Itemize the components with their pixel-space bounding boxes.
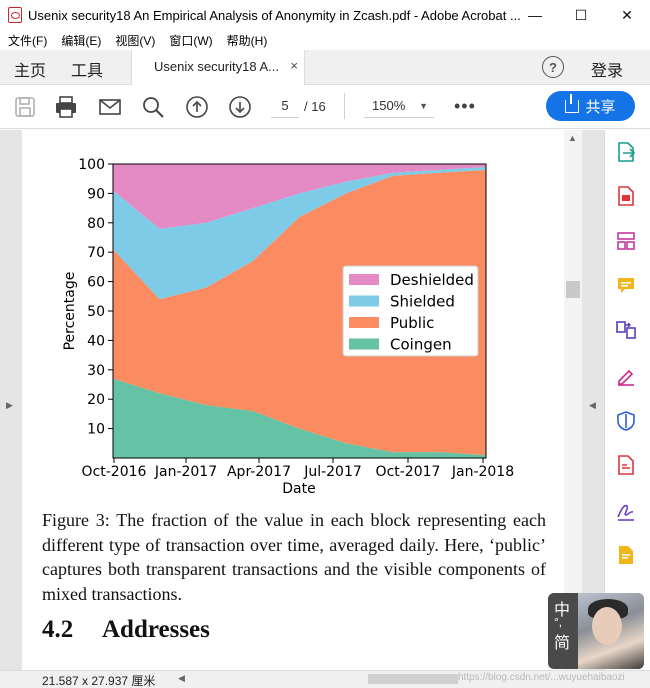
horizontal-scrollbar-thumb[interactable] — [368, 674, 458, 684]
legend-label-deshielded: Deshielded — [390, 271, 474, 289]
page-total: / 16 — [304, 99, 326, 114]
scrollbar-thumb[interactable] — [566, 281, 580, 298]
y-tick-label: 10 — [87, 422, 105, 438]
y-tick-label: 50 — [87, 304, 105, 320]
page-size-label: 21.587 x 27.937 厘米 — [42, 674, 156, 688]
section-heading: 4.2 Addresses — [42, 616, 210, 644]
y-tick-label: 20 — [87, 392, 105, 408]
fill-sign-icon[interactable] — [615, 365, 637, 387]
save-icon[interactable] — [13, 95, 37, 119]
page-up-icon[interactable] — [185, 95, 209, 119]
vertical-scrollbar[interactable] — [564, 130, 582, 670]
x-tick-label: Jan-2017 — [154, 464, 217, 480]
y-tick-label: 70 — [87, 245, 105, 261]
scroll-up-icon[interactable]: ▲ — [568, 133, 577, 143]
legend-swatch-shielded — [349, 295, 379, 307]
menu-help[interactable]: 帮助(H) — [227, 32, 268, 49]
menu-window[interactable]: 窗口(W) — [169, 32, 212, 49]
tab-home[interactable]: 主页 — [14, 57, 46, 81]
menu-file[interactable]: 文件(F) — [8, 32, 47, 49]
document-tab-label: Usenix security18 A... — [154, 59, 279, 74]
ime-skin-face — [592, 607, 622, 645]
compare-files-icon[interactable] — [615, 319, 637, 341]
scroll-left-icon[interactable]: ◀ — [178, 673, 185, 684]
x-tick-label: Apr-2017 — [227, 464, 291, 480]
chart-legend: Deshielded Shielded Public Coingen — [342, 265, 479, 357]
section-title: Addresses — [102, 616, 210, 643]
protect-shield-icon[interactable] — [615, 410, 637, 432]
login-button[interactable]: 登录 — [591, 57, 623, 81]
section-number: 4.2 — [42, 616, 74, 643]
tab-document[interactable]: Usenix security18 A... × — [131, 50, 305, 85]
legend-label-public: Public — [390, 314, 434, 332]
print-icon[interactable] — [54, 95, 78, 119]
chevron-down-icon: ▼ — [419, 101, 428, 111]
zoom-value: 150% — [372, 98, 406, 113]
y-axis-ticks: 10 20 30 40 50 60 70 80 90 100 — [78, 157, 113, 438]
organize-pages-icon[interactable] — [615, 230, 637, 252]
url-watermark: https://blog.csdn.net/...wuyuehaibaozi — [458, 672, 625, 683]
x-tick-label: Jul-2017 — [303, 464, 362, 480]
send-for-review-icon[interactable] — [615, 544, 637, 566]
export-pdf-icon[interactable] — [615, 141, 637, 163]
figure-caption: Figure 3: The fraction of the value in e… — [42, 510, 546, 604]
legend-label-shielded: Shielded — [390, 293, 455, 311]
minimize-button[interactable]: — — [512, 0, 558, 30]
y-tick-label: 100 — [78, 157, 105, 173]
legend-swatch-coingen — [349, 338, 379, 350]
y-tick-label: 60 — [87, 275, 105, 291]
left-panel-toggle-icon[interactable]: ▶ — [6, 400, 13, 411]
x-tick-label: Oct-2017 — [376, 464, 441, 480]
page-number-input[interactable]: 5 — [271, 94, 299, 118]
maximize-button[interactable]: ☐ — [558, 0, 604, 30]
share-label: 共享 — [585, 98, 616, 116]
y-tick-label: 40 — [87, 333, 105, 349]
legend-swatch-deshielded — [349, 274, 379, 285]
right-panel-toggle-icon[interactable]: ◀ — [589, 400, 596, 411]
page-down-icon[interactable] — [228, 95, 252, 119]
comment-icon[interactable] — [615, 275, 637, 297]
x-tick-label: Jan-2018 — [451, 464, 514, 480]
x-axis-ticks: Oct-2016 Jan-2017 Apr-2017 Jul-2017 Oct-2017… — [82, 458, 514, 480]
more-tools-icon[interactable]: ••• — [454, 96, 476, 117]
sign-icon[interactable] — [615, 500, 637, 522]
help-icon[interactable]: ? — [542, 56, 564, 78]
x-axis-label: Date — [282, 481, 315, 497]
zoom-select[interactable]: 150% ▼ — [364, 94, 434, 118]
ime-punctuation-toggle[interactable]: °, — [554, 615, 562, 629]
body-text-partial — [42, 660, 546, 670]
x-tick-label: Oct-2016 — [82, 464, 147, 480]
menu-edit[interactable]: 编辑(E) — [61, 32, 101, 49]
email-icon[interactable] — [98, 95, 122, 119]
y-tick-label: 90 — [87, 186, 105, 202]
close-window-button[interactable]: ✕ — [604, 0, 650, 30]
search-icon[interactable] — [141, 95, 165, 119]
legend-label-coingen: Coingen — [390, 336, 452, 354]
create-pdf-icon[interactable] — [615, 185, 637, 207]
toolbar-divider — [344, 93, 345, 119]
window-title: Usenix security18 An Empirical Analysis … — [28, 7, 521, 23]
y-tick-label: 30 — [87, 363, 105, 379]
menu-view[interactable]: 视图(V) — [115, 32, 155, 49]
close-tab-icon[interactable]: × — [290, 58, 298, 73]
legend-swatch-public — [349, 317, 379, 328]
share-button[interactable]: 共享 — [546, 91, 635, 121]
area-chart: 10 20 30 40 50 60 70 80 90 100 Oct-2016 Jan-2017 Ap… — [62, 157, 514, 497]
ime-widget[interactable]: 中 °, 简 — [548, 593, 644, 669]
optimize-pdf-icon[interactable] — [615, 454, 637, 476]
menu-bar: 文件(F) 编辑(E) 视图(V) 窗口(W) 帮助(H) — [0, 30, 650, 50]
ime-mode-toggle[interactable]: 简 — [554, 629, 570, 653]
tools-panel — [604, 130, 650, 670]
acrobat-app-icon — [8, 7, 22, 23]
y-tick-label: 80 — [87, 216, 105, 232]
share-icon — [565, 93, 580, 113]
tab-tools[interactable]: 工具 — [71, 57, 103, 81]
y-axis-label: Percentage — [62, 272, 78, 351]
